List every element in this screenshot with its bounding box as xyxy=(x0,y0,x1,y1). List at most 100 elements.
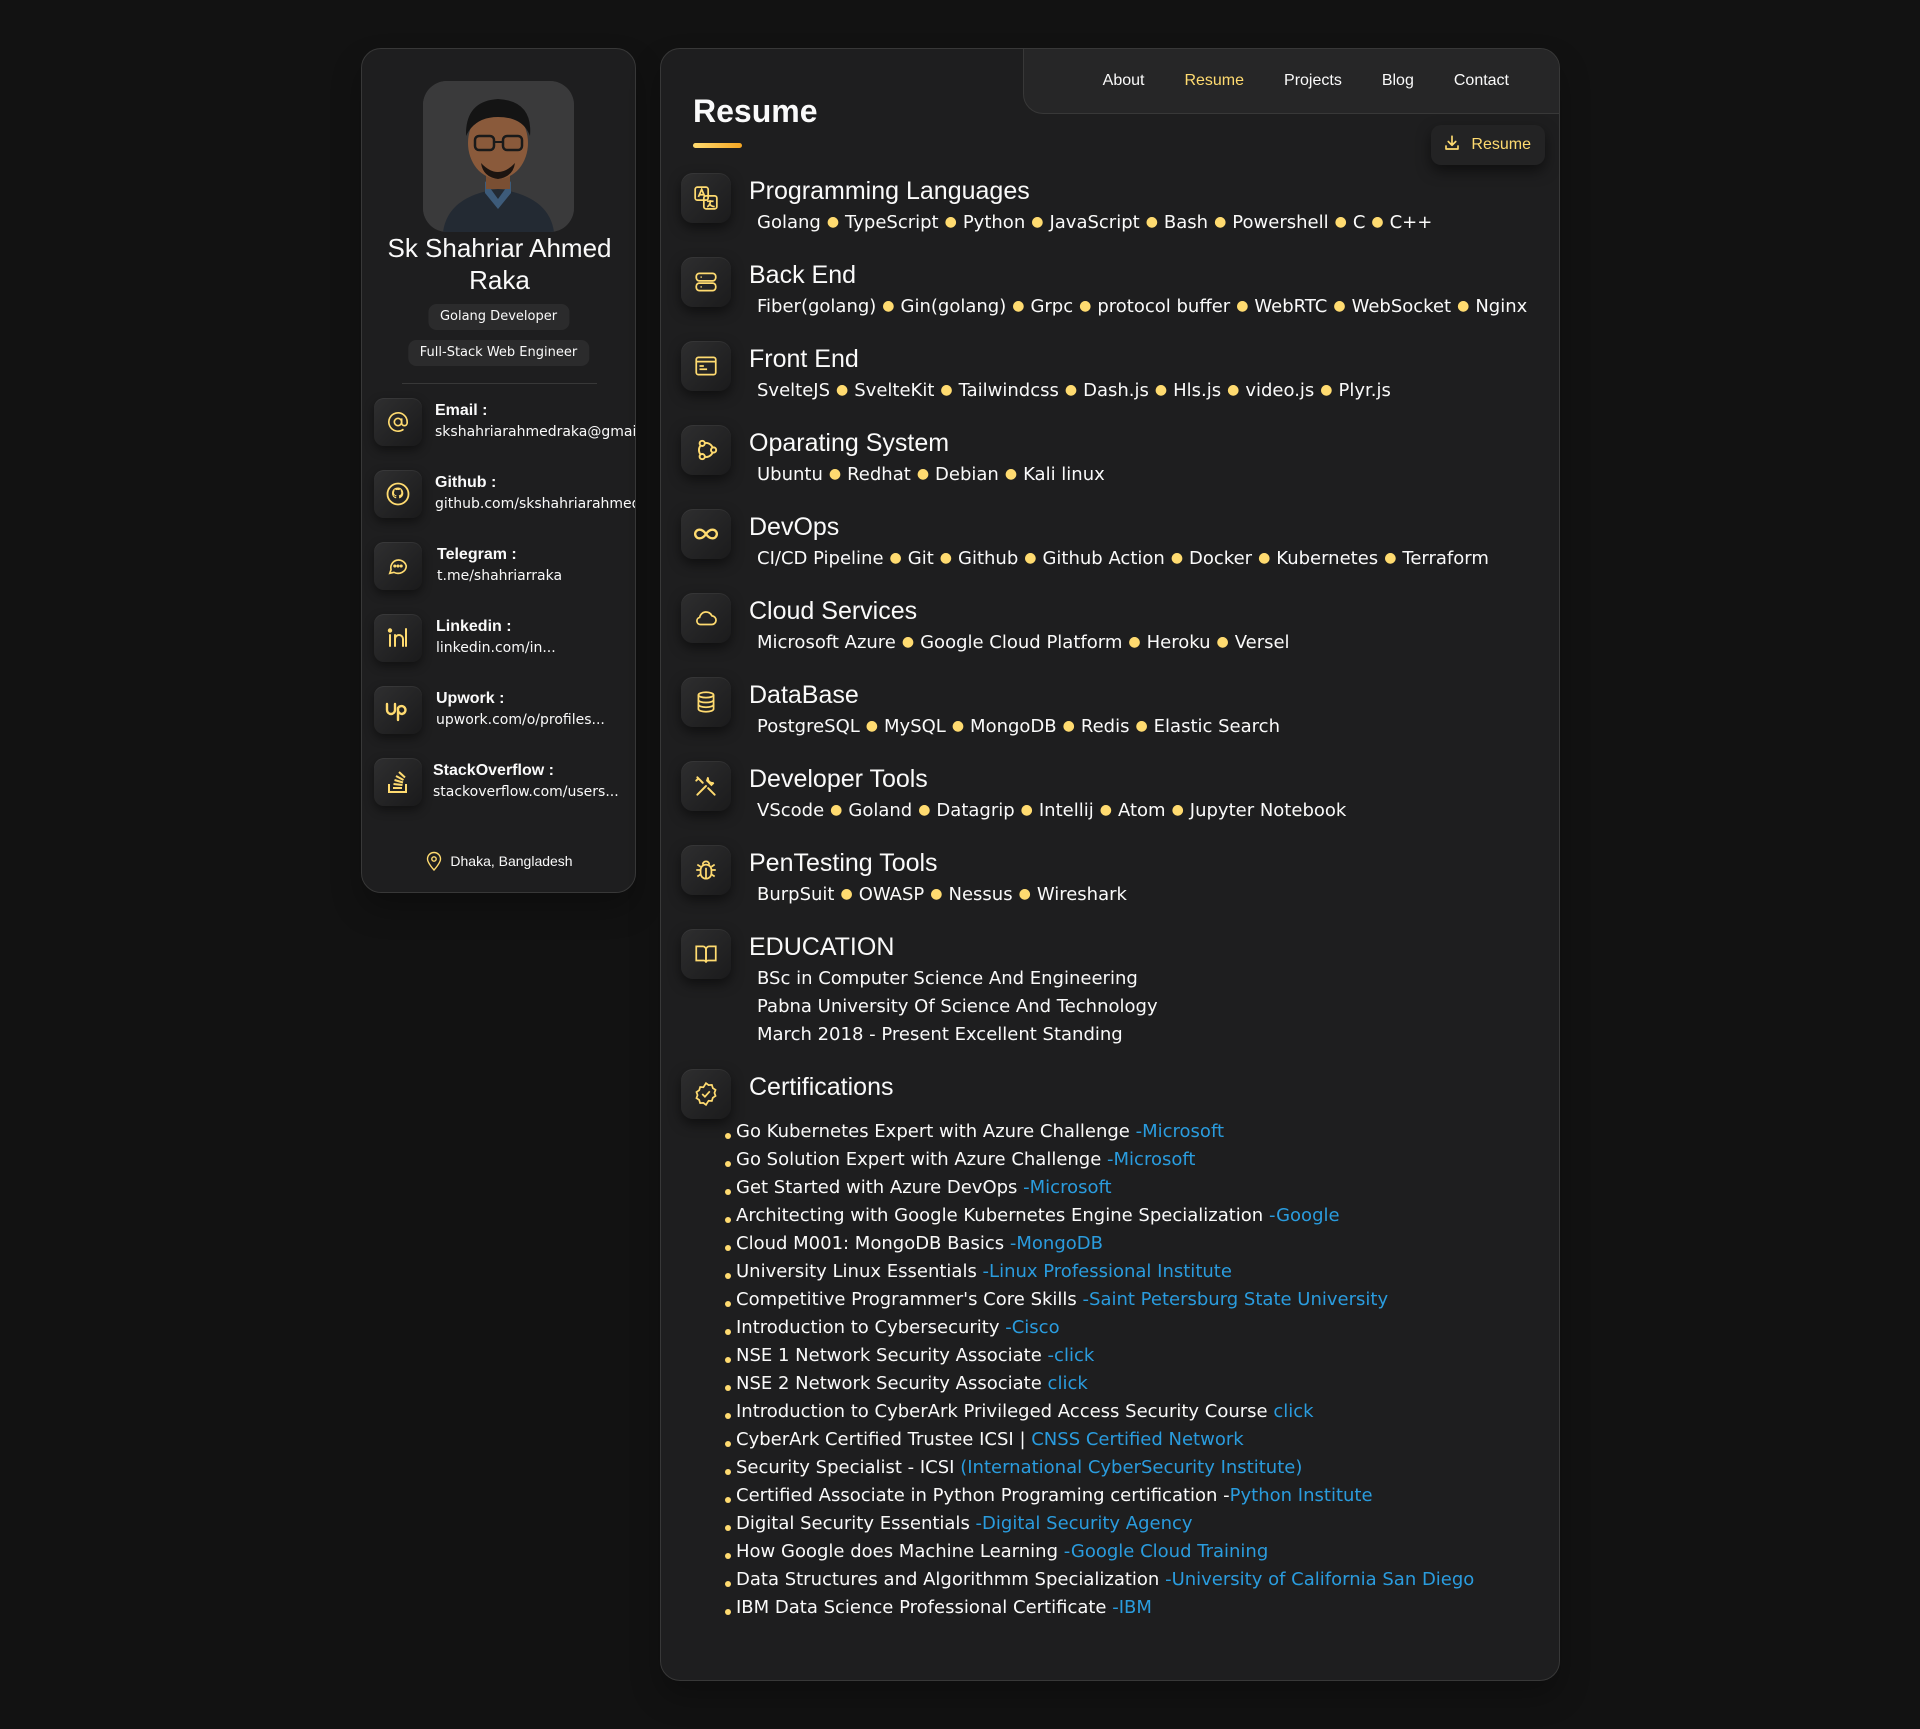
contact-value[interactable]: github.com/skshahriarahmedraka xyxy=(435,496,635,512)
section-title: Oparating System xyxy=(749,429,950,457)
certification-source-link[interactable]: -Saint Petersburg State University xyxy=(1083,1289,1389,1310)
bullet-dot: ● xyxy=(830,802,843,818)
bullet-dot: ● xyxy=(1024,550,1037,566)
contact-value[interactable]: t.me/shahriarraka xyxy=(437,568,562,584)
certification-source-link[interactable]: CNSS Certified Network xyxy=(1031,1429,1243,1450)
certification-source-link[interactable]: -Google Cloud Training xyxy=(1064,1541,1269,1562)
education-degree: BSc in Computer Science And Engineering xyxy=(757,968,1138,989)
certification-source-link[interactable]: click xyxy=(1273,1401,1313,1422)
bullet-dot: ● xyxy=(944,214,957,230)
contact-email[interactable]: Email : skshahriarahmedraka@gmail.com xyxy=(374,396,635,448)
skill-item: Kubernetes xyxy=(1276,548,1379,569)
bullet-dot: ● xyxy=(1079,298,1092,314)
contact-linkedin[interactable]: Linkedin : linkedin.com/in... xyxy=(374,612,635,664)
certification-source-link[interactable]: -MongoDB xyxy=(1010,1233,1103,1254)
contact-title: Telegram : xyxy=(437,546,517,563)
certification-source-link[interactable]: -Google xyxy=(1269,1205,1340,1226)
role-badge: Golang Developer xyxy=(427,304,570,330)
skill-item: Dash.js xyxy=(1083,380,1149,401)
education-period: March 2018 - Present Excellent Standing xyxy=(757,1024,1123,1045)
avatar-image xyxy=(423,81,574,232)
bullet-dot: ● xyxy=(1031,214,1044,230)
avatar xyxy=(423,81,574,232)
certification-name: Data Structures and Algorithmm Specializ… xyxy=(736,1569,1166,1590)
skill-item: Gin(golang) xyxy=(900,296,1007,317)
certification-source-link[interactable]: -Microsoft xyxy=(1023,1177,1111,1198)
nav-resume[interactable]: Resume xyxy=(1184,72,1244,90)
certification-source-link[interactable]: -IBM xyxy=(1112,1597,1152,1618)
contact-upwork[interactable]: Upwork : upwork.com/o/profiles... xyxy=(374,684,635,736)
skill-item: Fiber(golang) xyxy=(757,296,877,317)
bullet-dot: ● xyxy=(930,886,943,902)
skill-item: Bash xyxy=(1163,212,1209,233)
nav-projects[interactable]: Projects xyxy=(1284,72,1342,90)
certification-item: Introduction to Cybersecurity -Cisco xyxy=(722,1314,1474,1342)
contact-value[interactable]: stackoverflow.com/users... xyxy=(433,784,619,800)
contact-value[interactable]: skshahriarahmedraka@gmail.com xyxy=(435,424,635,440)
certification-source-link[interactable]: -Cisco xyxy=(1005,1317,1059,1338)
certification-name: Introduction to CyberArk Privileged Acce… xyxy=(736,1401,1274,1422)
skill-item: Versel xyxy=(1234,632,1290,653)
certification-source-link[interactable]: click xyxy=(1048,1373,1088,1394)
certification-source-link[interactable]: -Microsoft xyxy=(1136,1121,1224,1142)
skill-item: Heroku xyxy=(1146,632,1211,653)
contact-value[interactable]: upwork.com/o/profiles... xyxy=(436,712,605,728)
skill-item: C++ xyxy=(1389,212,1433,233)
contact-title: Linkedin : xyxy=(436,618,512,635)
bullet-dot: ● xyxy=(1018,886,1031,902)
certification-source-link[interactable]: -Digital Security Agency xyxy=(976,1513,1193,1534)
bullet-dot: ● xyxy=(1099,802,1112,818)
certification-source-link[interactable]: -click xyxy=(1048,1345,1095,1366)
bullet-dot: ● xyxy=(939,550,952,566)
bullet-dot: ● xyxy=(1062,718,1075,734)
bullet-dot: ● xyxy=(1371,214,1384,230)
bullet-dot: ● xyxy=(1457,298,1470,314)
role-badge: Full-Stack Web Engineer xyxy=(407,340,590,366)
bullet-dot: ● xyxy=(1320,382,1333,398)
bullet-dot: ● xyxy=(901,634,915,650)
section-title: Back End xyxy=(749,261,857,289)
cloud-icon xyxy=(681,593,731,643)
skill-item: Tailwindcss xyxy=(958,380,1059,401)
skill-item: CI/CD Pipeline xyxy=(757,548,884,569)
certification-source-link[interactable]: -University of California San Diego xyxy=(1165,1569,1474,1590)
bullet-dot: ● xyxy=(1236,298,1249,314)
certification-source-link[interactable]: -Microsoft xyxy=(1107,1149,1195,1170)
nav-about[interactable]: About xyxy=(1103,72,1145,90)
skill-item: Plyr.js xyxy=(1338,380,1391,401)
bullet-dot: ● xyxy=(1227,382,1240,398)
linkedin-icon xyxy=(374,614,422,662)
certification-item: Cloud M001: MongoDB Basics -MongoDB xyxy=(722,1230,1474,1258)
navbar: About Resume Projects Blog Contact xyxy=(1023,49,1559,114)
bullet-dot: ● xyxy=(940,382,953,398)
contact-value[interactable]: linkedin.com/in... xyxy=(436,640,556,656)
certification-name: Get Started with Azure DevOps xyxy=(736,1177,1024,1198)
profile-name: Sk Shahriar Ahmed Raka xyxy=(387,233,612,295)
bullet-dot: ● xyxy=(916,466,930,482)
section-items: Golang ● TypeScript ● Python ● JavaScript ● Bash… xyxy=(757,209,1432,238)
contact-stackoverflow[interactable]: StackOverflow : stackoverflow.com/users.… xyxy=(374,756,635,808)
nav-blog[interactable]: Blog xyxy=(1382,72,1414,90)
skill-item: Nessus xyxy=(948,884,1013,905)
skill-item: video.js xyxy=(1245,380,1315,401)
page-title: Resume xyxy=(693,93,818,129)
skill-item: Grpc xyxy=(1030,296,1074,317)
section-items: CI/CD Pipeline ● Git ● Github ● Github Action ●… xyxy=(757,545,1489,574)
download-resume-button[interactable]: Resume xyxy=(1431,125,1545,165)
certification-source-link[interactable]: -Linux Professional Institute xyxy=(983,1261,1232,1282)
nav-contact[interactable]: Contact xyxy=(1454,72,1509,90)
skill-item: Ubuntu xyxy=(757,464,823,485)
certification-item: How Google does Machine Learning -Google… xyxy=(722,1538,1474,1566)
certification-source-link[interactable]: Python Institute xyxy=(1230,1485,1373,1506)
certification-source-link[interactable]: (International CyberSecurity Institute) xyxy=(960,1457,1302,1478)
contact-title: Upwork : xyxy=(436,690,505,707)
certification-item: IBM Data Science Professional Certificat… xyxy=(722,1594,1474,1622)
contact-github[interactable]: Github : github.com/skshahriarahmedraka xyxy=(374,468,635,520)
section-items: VScode ● Goland ● Datagrip ● Intellij ● Atom ● Jup… xyxy=(757,797,1346,826)
bullet-dot: ● xyxy=(826,214,840,230)
section-items: BurpSuit ● OWASP ● Nessus ● Wireshark xyxy=(757,881,1127,910)
skill-item: Microsoft Azure xyxy=(757,632,896,653)
download-label: Resume xyxy=(1471,136,1531,153)
contact-telegram[interactable]: Telegram : t.me/shahriarraka xyxy=(374,540,635,592)
title-underline xyxy=(693,143,742,148)
